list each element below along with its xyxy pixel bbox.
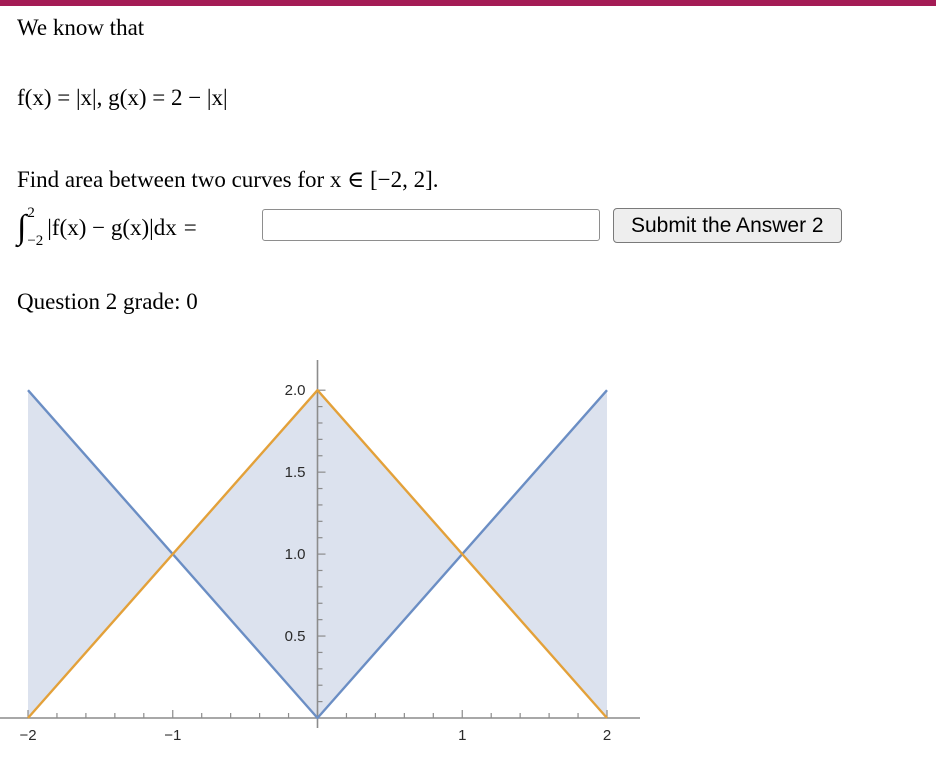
function-definitions-text: f(x) = |x|, g(x) = 2 − |x| [17, 85, 228, 110]
integral-sign-glyph: ∫ [17, 209, 27, 247]
integral-limits: 2 −2 [27, 206, 43, 249]
y-tick-label: 1.0 [285, 546, 306, 563]
x-tick-label: 1 [458, 727, 466, 744]
question-grade-text: Question 2 grade: 0 [17, 289, 198, 314]
intro-text: We know that [17, 15, 145, 40]
submit-answer-button[interactable]: Submit the Answer 2 [613, 208, 842, 243]
integral-expression-row: ∫ 2 −2 |f(x) − g(x)|dx = [17, 204, 197, 250]
x-tick-label: 2 [603, 727, 611, 744]
chart-svg: −2 −1 1 2 0.5 1.0 1.5 2.0 [0, 360, 640, 744]
integral-expression: ∫ 2 −2 |f(x) − g(x)|dx = [17, 206, 197, 249]
x-tick-label: −1 [164, 727, 181, 744]
top-accent-bar [0, 0, 936, 6]
answer-input[interactable] [262, 209, 600, 241]
y-tick-label: 2.0 [285, 382, 306, 399]
y-tick-label: 0.5 [285, 628, 306, 645]
integral-upper-limit: 2 [27, 205, 35, 221]
integrand-text: |f(x) − g(x)|dx [47, 214, 177, 240]
integral-lower-limit: −2 [27, 233, 44, 249]
instruction-text: Find area between two curves for x ∈ [−2… [17, 167, 439, 192]
area-between-curves-chart: −2 −1 1 2 0.5 1.0 1.5 2.0 [0, 360, 640, 760]
x-axis-tick-labels: −2 −1 1 2 [19, 727, 611, 744]
equals-sign: = [183, 214, 197, 240]
y-tick-label: 1.5 [285, 464, 306, 481]
x-tick-label: −2 [19, 727, 36, 744]
